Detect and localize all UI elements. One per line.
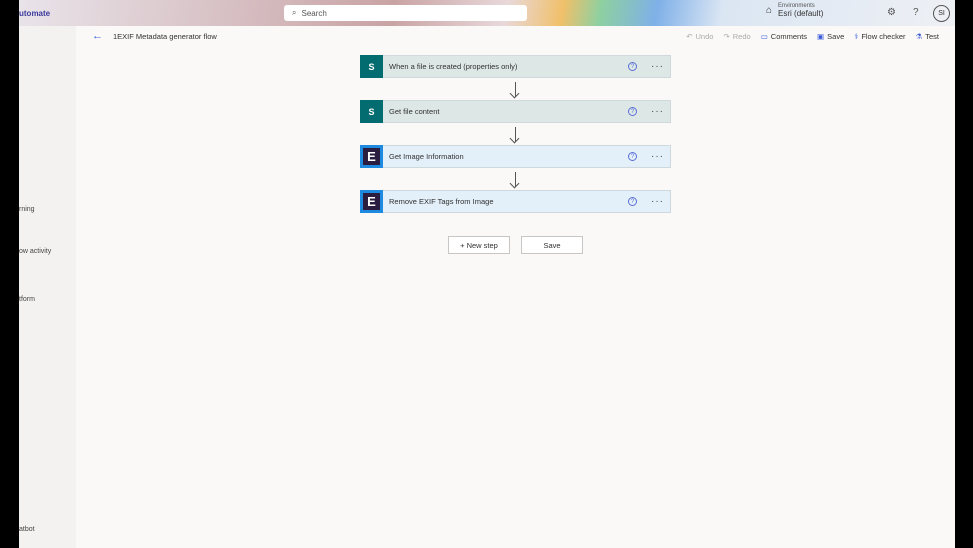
save-label: Save bbox=[827, 31, 845, 41]
search-placeholder: Search bbox=[301, 8, 327, 18]
connector-arrow bbox=[515, 127, 516, 142]
environment-icon: ⌂ bbox=[766, 5, 773, 16]
search-icon: ⌕ bbox=[292, 8, 297, 17]
flow-step-trigger[interactable]: S When a file is created (properties only… bbox=[360, 55, 671, 78]
avatar[interactable]: SI bbox=[933, 5, 950, 22]
help-icon[interactable]: ? bbox=[628, 62, 637, 71]
flask-icon: ⚗ bbox=[915, 31, 923, 41]
comments-label: Comments bbox=[770, 31, 808, 41]
flow-step[interactable]: S Get file content? ··· bbox=[360, 100, 671, 123]
sharepoint-icon: S bbox=[360, 100, 383, 123]
connector-arrow bbox=[515, 82, 516, 97]
undo-button[interactable]: ↶ Undo bbox=[686, 32, 713, 41]
sidebar: rning ow activity tform atbot bbox=[19, 26, 76, 548]
more-options-icon[interactable]: ··· bbox=[651, 106, 664, 117]
step-title: Get Image Information bbox=[389, 152, 464, 161]
back-arrow-icon[interactable]: ← bbox=[92, 30, 103, 42]
help-icon[interactable]: ? bbox=[628, 197, 637, 206]
new-step-button[interactable]: + New step bbox=[448, 236, 510, 254]
help-icon[interactable]: ? bbox=[628, 107, 637, 116]
redo-label: Redo bbox=[732, 31, 751, 41]
help-icon[interactable]: ? bbox=[628, 152, 637, 161]
flow-checker-label: Flow checker bbox=[861, 31, 906, 41]
environment-picker[interactable]: ⌂ Environments Esri (default) bbox=[766, 3, 823, 18]
undo-icon: ↶ bbox=[686, 31, 693, 41]
sharepoint-icon: S bbox=[360, 55, 383, 78]
sidebar-item-activity[interactable]: ow activity bbox=[19, 248, 51, 255]
command-bar: ← 1EXIF Metadata generator flow ↶ Undo ↷ R… bbox=[76, 26, 955, 46]
step-title: Remove EXIF Tags from Image bbox=[389, 197, 494, 206]
image-connector-icon: E bbox=[360, 145, 383, 168]
more-options-icon[interactable]: ··· bbox=[651, 61, 664, 72]
top-header: utomate ⌕ Search ⌂ Environments Esri (defau… bbox=[19, 0, 955, 26]
test-label: Test bbox=[925, 31, 939, 41]
flow-title: 1EXIF Metadata generator flow bbox=[113, 31, 217, 41]
connector-arrow bbox=[515, 172, 516, 187]
more-options-icon[interactable]: ··· bbox=[651, 151, 664, 162]
stethoscope-icon: ⚕ bbox=[854, 31, 859, 41]
settings-icon[interactable]: ⚙ bbox=[887, 7, 896, 18]
flow-checker-button[interactable]: ⚕ Flow checker bbox=[854, 32, 905, 41]
comment-icon: ▭ bbox=[760, 31, 768, 41]
save-button[interactable]: ▣ Save bbox=[817, 32, 844, 41]
step-title: When a file is created (properties only) bbox=[389, 62, 518, 71]
comments-button[interactable]: ▭ Comments bbox=[761, 32, 807, 41]
app-brand[interactable]: utomate bbox=[19, 9, 50, 18]
help-icon[interactable]: ? bbox=[913, 7, 919, 18]
step-title: Get file content bbox=[389, 107, 440, 116]
flow-step[interactable]: E Get Image Information? ··· bbox=[360, 145, 671, 168]
sidebar-item-platform[interactable]: tform bbox=[19, 296, 35, 303]
redo-button[interactable]: ↷ Redo bbox=[723, 32, 750, 41]
image-connector-icon: E bbox=[360, 190, 383, 213]
search-box[interactable]: ⌕ Search bbox=[284, 5, 527, 21]
test-button[interactable]: ⚗ Test bbox=[916, 32, 940, 41]
redo-icon: ↷ bbox=[723, 31, 730, 41]
env-value: Esri (default) bbox=[778, 9, 824, 18]
save-icon: ▣ bbox=[817, 31, 825, 41]
sidebar-item-learning[interactable]: rning bbox=[19, 206, 35, 213]
sidebar-item-chatbot[interactable]: atbot bbox=[19, 526, 35, 533]
app-window: utomate ⌕ Search ⌂ Environments Esri (defau… bbox=[19, 0, 955, 548]
undo-label: Undo bbox=[695, 31, 714, 41]
save-flow-button[interactable]: Save bbox=[521, 236, 583, 254]
more-options-icon[interactable]: ··· bbox=[651, 196, 664, 207]
flow-step[interactable]: E Remove EXIF Tags from Image? ··· bbox=[360, 190, 671, 213]
